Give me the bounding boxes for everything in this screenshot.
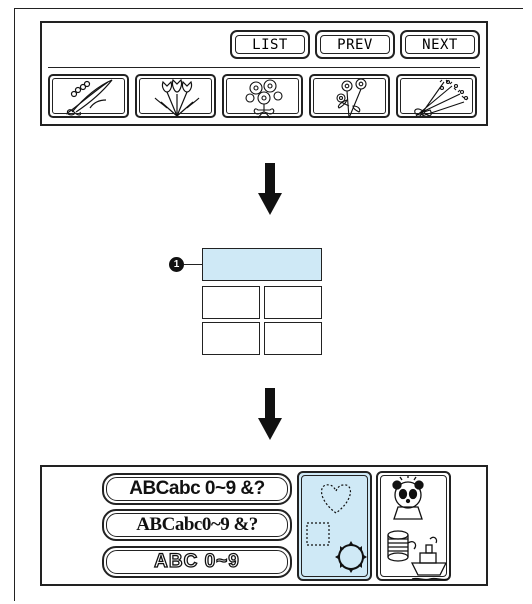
- lily-of-the-valley-icon: [65, 79, 113, 116]
- daisy-bouquet-icon: [245, 79, 283, 119]
- embroidery-pattern-screen: LIST PREV NEXT: [40, 21, 488, 126]
- frame-shapes-icon: [306, 484, 367, 573]
- prev-button[interactable]: PREV: [315, 30, 395, 59]
- font-serif-label: ABCabc0~9 &?: [136, 514, 258, 535]
- pattern-thumb-tulips[interactable]: [135, 74, 216, 118]
- pattern-thumb-flower-stems[interactable]: [309, 74, 390, 119]
- frame-shapes-button[interactable]: [297, 471, 372, 581]
- font-gothic-label: ABCabc 0~9 &?: [129, 478, 265, 499]
- category-selection-screen: ABCabc 0~9 &? ABCabc0~9 &? ABC 0~9: [40, 465, 488, 586]
- callout-number: 1: [173, 259, 180, 270]
- key-top-left: [202, 286, 260, 319]
- pattern-thumbnail-strip: [48, 67, 480, 120]
- key-bottom-left: [202, 322, 260, 355]
- flower-stems-icon: [336, 78, 367, 119]
- highlighted-key: [202, 248, 322, 281]
- panda-spool-boat-icon: [387, 475, 449, 581]
- down-arrow-icon: [258, 388, 282, 440]
- font-outline-button[interactable]: ABC 0~9: [102, 546, 292, 578]
- next-button-label: NEXT: [422, 36, 458, 53]
- key-bottom-right: [264, 322, 322, 355]
- next-button[interactable]: NEXT: [400, 30, 480, 59]
- pattern-thumb-lily-of-the-valley[interactable]: [48, 74, 129, 118]
- pattern-thumb-wildflower-bouquet[interactable]: [396, 74, 477, 118]
- pattern-thumb-daisies[interactable]: [222, 74, 303, 119]
- down-arrow-icon: [258, 163, 282, 215]
- callout-marker: 1: [169, 257, 184, 272]
- tulip-bouquet-icon: [154, 78, 200, 117]
- list-button[interactable]: LIST: [230, 30, 310, 59]
- font-outline-label: ABC 0~9: [154, 550, 240, 572]
- font-serif-button[interactable]: ABCabc0~9 &?: [102, 509, 292, 541]
- list-button-label: LIST: [252, 36, 288, 53]
- character-pictures-button[interactable]: [376, 471, 451, 581]
- prev-button-label: PREV: [337, 36, 373, 53]
- key-top-right: [264, 286, 322, 319]
- font-gothic-button[interactable]: ABCabc 0~9 &?: [102, 473, 292, 505]
- wildflower-bouquet-icon: [414, 79, 469, 117]
